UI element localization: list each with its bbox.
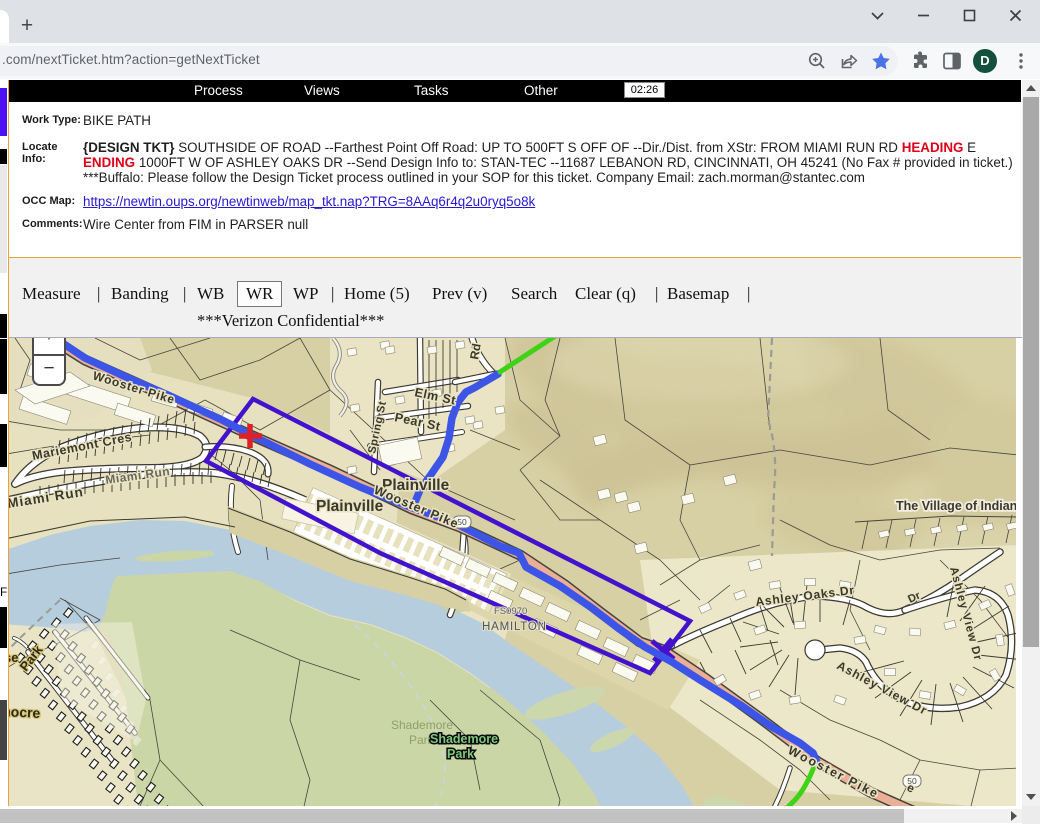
svg-text:nocre: nocre [8,703,41,721]
svg-text:Shademore: Shademore [391,718,453,732]
svg-text:FS0970: FS0970 [494,606,527,617]
svg-text:HAMILTON: HAMILTON [482,621,547,633]
svg-text:Rd: Rd [467,342,484,360]
svg-text:The Village of Indian: The Village of Indian [896,499,1017,513]
svg-text:Park: Park [447,747,474,761]
svg-text:Shademore: Shademore [430,732,498,746]
svg-text:Plainville: Plainville [316,498,384,515]
